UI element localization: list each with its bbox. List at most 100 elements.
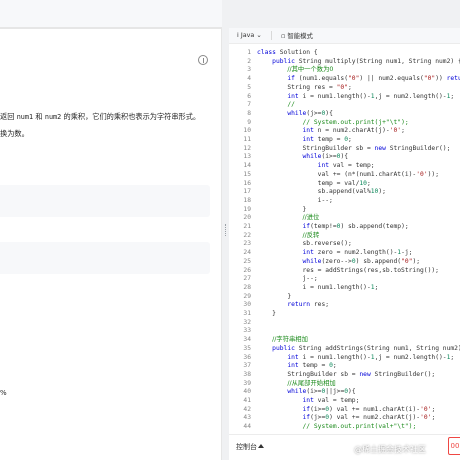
code-token: ) || num2.equals( [359,75,424,83]
example-block-1 [0,185,210,217]
code-token: )); [427,170,439,178]
code-token: int [302,127,318,135]
code-token: ) sb.append(temp); [340,223,409,230]
code-token: int [287,362,303,370]
drag-handle-icon[interactable] [225,224,226,236]
code-token: ; [332,362,337,370]
problem-description-line1: 返回 num1 和 num2 的乘积，它们的乘积也表示为字符串形式。 [0,112,222,122]
code-token: ,j = num2.length()- [374,92,447,100]
code-token: 10 [359,179,367,187]
code-token: StringBuilder sb = [257,144,375,152]
code-token: (i>= [321,153,337,161]
code-token: temp = val/ [257,179,360,187]
code-token: n = num2.charAt(j)- [317,127,390,135]
chevron-up-icon[interactable] [258,444,264,448]
code-token: ); [378,188,386,196]
code-token: (i>= [306,388,322,396]
code-token: val = temp; [317,397,360,404]
code-token: //字符串相加 [272,336,308,344]
code-line[interactable]: 44 // System.out.print(val+"\t"); [229,422,460,430]
code-token: } [257,310,276,317]
example-block-2 [0,242,210,274]
code-token: int [302,249,318,257]
code-token: j--; [257,275,318,283]
constraint-fragment: % [0,389,7,397]
code-token: } [257,205,307,213]
code-token: ){ [348,388,356,396]
var-num2: num2 [44,113,62,121]
code-token: ; [348,83,352,91]
code-token: ; [401,127,405,135]
code-token: if [302,414,311,422]
code-token: (j>= [306,109,322,117]
code-token: res; [313,301,330,309]
code-token: int [287,353,303,361]
code-token: ); [412,257,421,265]
code-token: ) sb.append( [355,257,402,265]
desc-and: 和 [35,112,43,121]
run-button[interactable]: 00 [448,437,460,455]
var-num1: num1 [16,113,34,121]
code-token: return [287,301,314,309]
code-token: ){ [340,153,349,161]
code-token: while [302,153,322,161]
code-token: public [272,344,299,352]
code-token: //其中一个数为0 [287,66,334,74]
code-token: while [287,388,307,396]
mode-selector[interactable]: ▫ 智能模式 [281,31,313,40]
code-token: "0" [423,75,436,83]
code-token: '0' [416,170,428,178]
editor-scrollbar[interactable] [455,46,459,431]
code-token: val += (n*(num1.charAt(i)- [257,170,417,178]
info-icon[interactable] [198,55,208,65]
code-token: ) val += num1.charAt(i)- [329,405,421,413]
code-token: class [257,49,280,56]
code-token: int [302,397,318,404]
code-token: String res = [257,83,337,91]
panel-splitter[interactable] [222,28,229,460]
code-token: //反转 [302,231,320,239]
code-token: (zero--> [321,257,352,265]
code-token: while [287,109,307,117]
code-token: StringBuilder(); [374,370,436,378]
desc-prefix: 返回 [0,112,15,121]
code-token: '0' [420,414,432,422]
code-editor[interactable]: 1 class Solution {2 public String multipl… [229,46,460,430]
code-token: if [287,75,299,83]
code-token: (num1.equals( [298,75,349,83]
language-selector[interactable]: ⅰ Java ⌄ [237,31,262,39]
code-token: (i>= [310,405,326,413]
code-token: i--; [257,196,333,204]
code-token: "0" [348,75,360,83]
code-text: // System.out.print(val+"\t"); [257,422,417,430]
panel-divider [0,28,222,29]
code-token: ; [366,179,371,187]
code-token: ){ [325,109,333,117]
code-token: ,j = num2.length()- [374,353,447,361]
code-token: StringBuilder(); [389,144,451,152]
console-toggle[interactable]: 控制台 [236,442,257,452]
code-token: // System.out.print(val+"\t"); [302,423,417,430]
code-token: while [302,257,322,265]
code-token: "0" [336,83,348,91]
desc-suffix: 的乘积，它们的乘积也表示为字符串形式。 [63,112,201,121]
code-token: -j; [401,249,413,257]
code-token: // System.out.print(j+"\t"); [302,118,409,126]
